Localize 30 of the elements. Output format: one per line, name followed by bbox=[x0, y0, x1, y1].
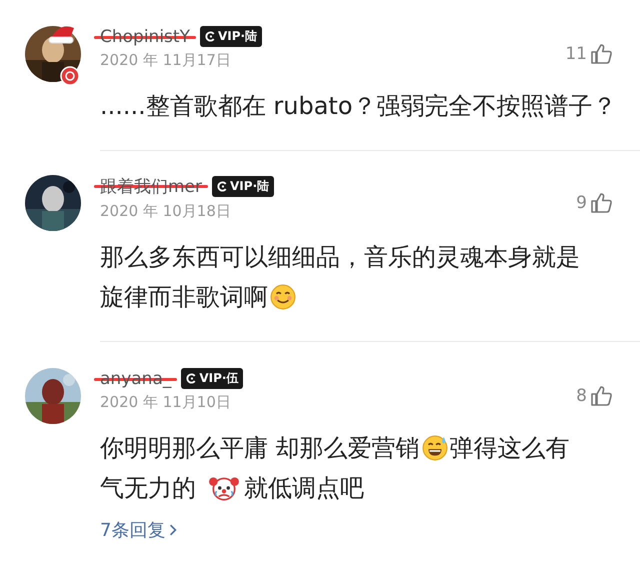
comment-text: 气无力的 bbox=[100, 473, 196, 504]
comment-date: 2020 年 10月18日 bbox=[100, 202, 232, 221]
like-count: 9 bbox=[576, 193, 587, 213]
like-button[interactable]: 8 bbox=[576, 382, 614, 410]
like-count: 11 bbox=[565, 44, 587, 64]
smiling-face-icon bbox=[270, 284, 296, 310]
comment-date: 2020 年 11月17日 bbox=[100, 51, 232, 70]
vip-logo-icon bbox=[186, 373, 198, 384]
thumbs-up-icon bbox=[590, 384, 614, 408]
badge-text: VIP·伍 bbox=[199, 370, 238, 387]
thumbs-up-icon bbox=[590, 191, 614, 215]
sweat-smile-icon bbox=[422, 435, 448, 461]
comment-text: 弹得这么有 bbox=[450, 433, 570, 464]
comment-text: ......整首歌都在 rubato？强弱完全不按照谱子？ bbox=[100, 91, 617, 122]
vip-logo-icon bbox=[217, 181, 228, 192]
like-button[interactable]: 9 bbox=[576, 189, 614, 217]
comment-text: 旋律而非歌词啊 bbox=[100, 282, 268, 313]
badge-text: VIP·陆 bbox=[218, 28, 258, 45]
like-button[interactable]: 11 bbox=[565, 40, 614, 68]
replies-link[interactable]: 7条回复 bbox=[100, 518, 178, 542]
comment-text: 你明明那么平庸 却那么爱营销 bbox=[100, 433, 420, 464]
comment-text: 就低调点吧 bbox=[244, 473, 364, 504]
vip-logo-icon bbox=[204, 31, 216, 42]
thumbs-up-icon bbox=[590, 42, 614, 66]
like-count: 8 bbox=[576, 386, 587, 406]
comment-text: 那么多东西可以细细品，音乐的灵魂本身就是 bbox=[100, 242, 580, 273]
chevron-right-icon bbox=[169, 523, 178, 537]
comment-date: 2020 年 11月10日 bbox=[100, 393, 232, 412]
badge-text: VIP·陆 bbox=[230, 178, 270, 195]
crying-face-icon bbox=[208, 475, 240, 501]
